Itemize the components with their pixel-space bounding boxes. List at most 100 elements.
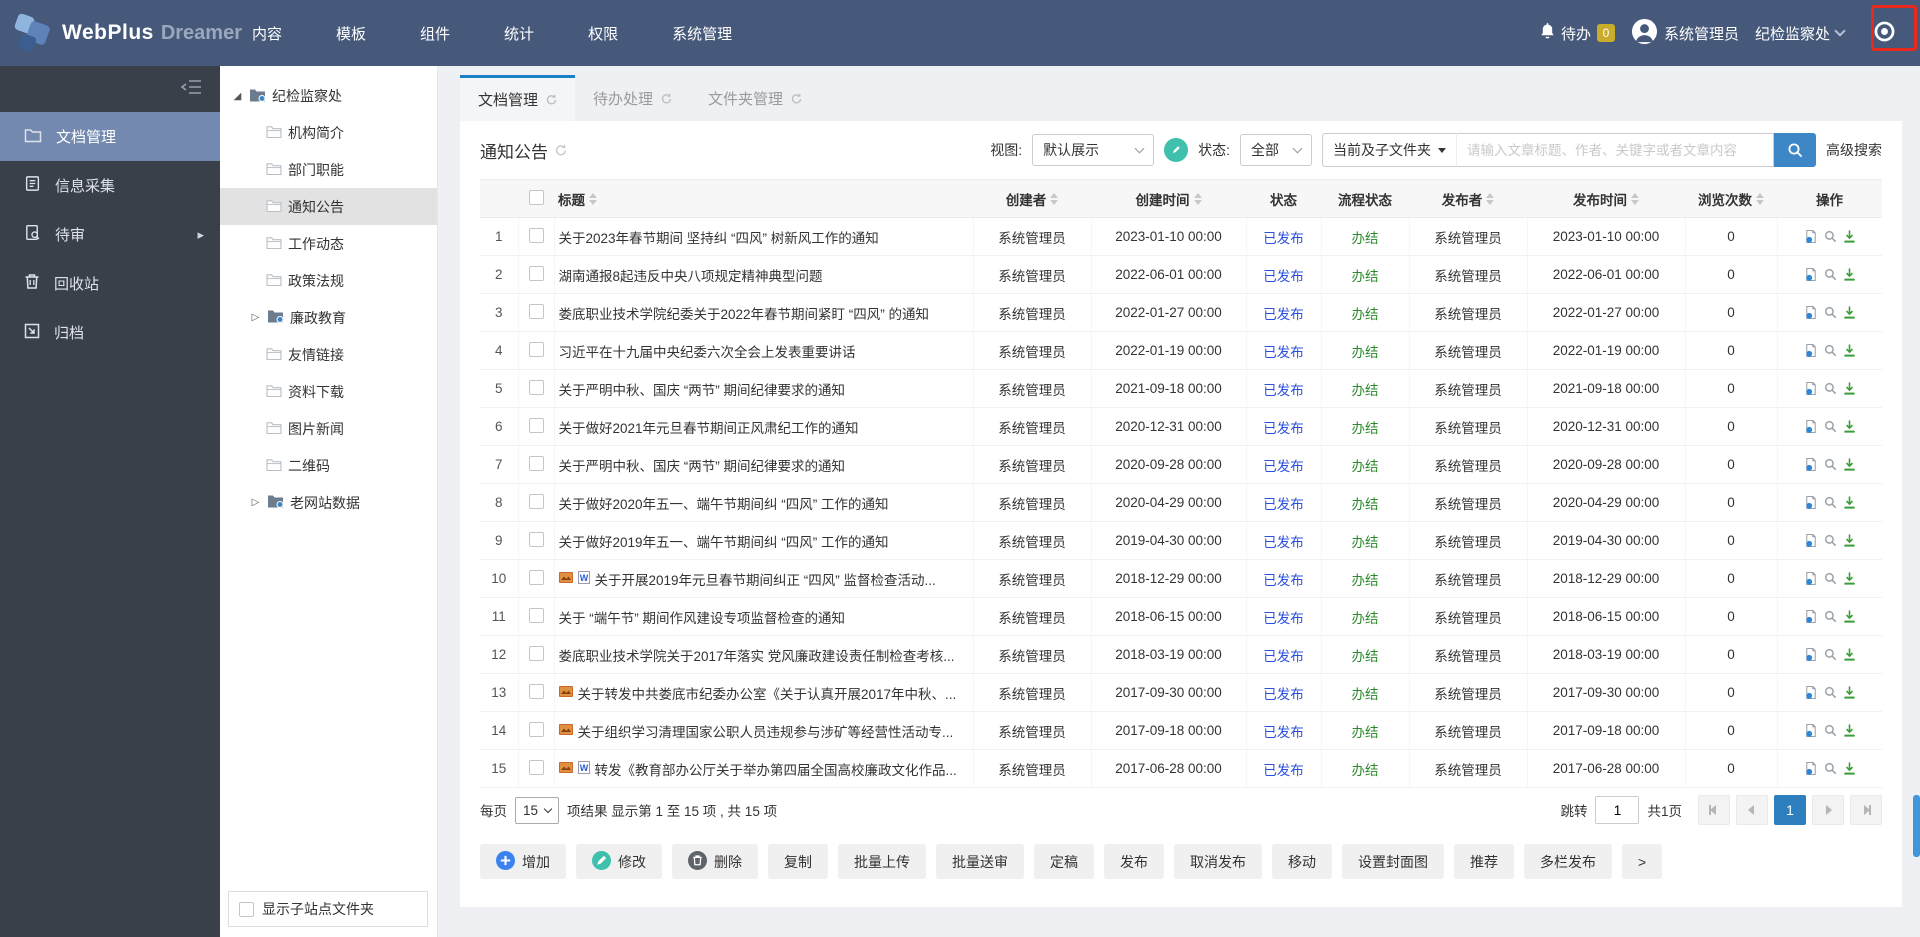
download-icon[interactable]: [1843, 572, 1856, 585]
magnifier-icon[interactable]: [1824, 420, 1837, 433]
row-checkbox[interactable]: [528, 759, 544, 775]
sort-icon[interactable]: [1050, 192, 1059, 205]
preview-doc-icon[interactable]: [1804, 723, 1818, 738]
toolbar-button-定稿[interactable]: 定稿: [1034, 844, 1094, 879]
row-checkbox[interactable]: [528, 531, 544, 547]
site-switcher[interactable]: 纪检监察处: [1755, 23, 1846, 44]
preview-doc-icon[interactable]: [1804, 761, 1818, 776]
advanced-search-link[interactable]: 高级搜索: [1826, 140, 1882, 160]
download-icon[interactable]: [1843, 306, 1856, 319]
sidebar-item-待审[interactable]: 待审 ▸: [0, 210, 220, 259]
row-checkbox[interactable]: [528, 417, 544, 433]
toolbar-button-修改[interactable]: 修改: [576, 844, 662, 879]
download-icon[interactable]: [1843, 724, 1856, 737]
preview-doc-icon[interactable]: [1804, 381, 1818, 396]
preview-site-button[interactable]: [1862, 11, 1906, 55]
tree-node-工作动态[interactable]: 工作动态: [220, 225, 437, 262]
preview-doc-icon[interactable]: [1804, 647, 1818, 662]
document-title-link[interactable]: 关于做好2021年元旦春节期间正风肃纪工作的通知: [559, 417, 859, 437]
magnifier-icon[interactable]: [1824, 306, 1837, 319]
download-icon[interactable]: [1843, 496, 1856, 509]
magnifier-icon[interactable]: [1824, 382, 1837, 395]
toolbar-button-发布[interactable]: 发布: [1104, 844, 1164, 879]
toolbar-button-复制[interactable]: 复制: [768, 844, 828, 879]
status-select[interactable]: 全部: [1240, 134, 1312, 166]
download-icon[interactable]: [1843, 534, 1856, 547]
preview-doc-icon[interactable]: [1804, 495, 1818, 510]
scrollbar-thumb[interactable]: [1913, 795, 1920, 857]
sidebar-item-归档[interactable]: 归档: [0, 308, 220, 357]
magnifier-icon[interactable]: [1824, 268, 1837, 281]
download-icon[interactable]: [1843, 344, 1856, 357]
document-title-link[interactable]: 关于转发中共娄底市纪委办公室《关于认真开展2017年中秋、...: [578, 683, 957, 703]
row-checkbox[interactable]: [528, 379, 544, 395]
document-title-link[interactable]: 关于做好2019年五一、端午节期间纠 “四风” 工作的通知: [559, 531, 889, 551]
download-icon[interactable]: [1843, 268, 1856, 281]
tree-node-友情链接[interactable]: 友情链接: [220, 336, 437, 373]
sort-icon[interactable]: [1193, 192, 1202, 205]
edit-view-button[interactable]: [1164, 138, 1189, 162]
toolbar-button-批量送审[interactable]: 批量送审: [936, 844, 1024, 879]
magnifier-icon[interactable]: [1824, 610, 1837, 623]
topbar-menu-item-模板[interactable]: 模板: [336, 23, 366, 44]
tree-node-廉政教育[interactable]: ▷ 廉政教育: [220, 299, 437, 336]
collapse-sidebar-icon[interactable]: [180, 79, 202, 100]
refresh-icon[interactable]: [791, 93, 802, 104]
sidebar-item-回收站[interactable]: 回收站: [0, 259, 220, 308]
todo-button[interactable]: 待办 0: [1540, 22, 1615, 44]
column-header-创建时间[interactable]: 创建时间: [1091, 179, 1246, 218]
download-icon[interactable]: [1843, 230, 1856, 243]
preview-doc-icon[interactable]: [1804, 229, 1818, 244]
document-title-link[interactable]: 关于严明中秋、国庆 “两节” 期间纪律要求的通知: [559, 455, 846, 475]
row-checkbox[interactable]: [528, 607, 544, 623]
document-title-link[interactable]: 娄底职业技术学院关于2017年落实 党风廉政建设责任制检查考核...: [559, 645, 955, 665]
download-icon[interactable]: [1843, 762, 1856, 775]
tab-文档管理[interactable]: 文档管理: [460, 75, 576, 121]
tree-node-图片新闻[interactable]: 图片新闻: [220, 410, 437, 447]
column-header-发布时间[interactable]: 发布时间: [1527, 179, 1685, 218]
preview-doc-icon[interactable]: [1804, 267, 1818, 282]
sort-icon[interactable]: [1756, 192, 1764, 205]
magnifier-icon[interactable]: [1824, 496, 1837, 509]
refresh-icon[interactable]: [546, 94, 557, 105]
row-checkbox[interactable]: [528, 569, 544, 585]
pager-prev-button[interactable]: [1736, 795, 1768, 825]
document-title-link[interactable]: 关于2023年春节期间 坚持纠 “四风” 树新风工作的通知: [559, 227, 879, 247]
tree-root-node[interactable]: ◢ 纪检监察处: [220, 78, 437, 114]
download-icon[interactable]: [1843, 420, 1856, 433]
subsite-checkbox[interactable]: [239, 901, 254, 917]
download-icon[interactable]: [1843, 686, 1856, 699]
column-header-发布者[interactable]: 发布者: [1409, 179, 1527, 218]
preview-doc-icon[interactable]: [1804, 343, 1818, 358]
tree-node-老网站数据[interactable]: ▷ 老网站数据: [220, 484, 437, 521]
pager-first-button[interactable]: [1698, 795, 1730, 825]
row-checkbox[interactable]: [528, 721, 544, 737]
pager-page-1-button[interactable]: 1: [1774, 795, 1806, 825]
pager-last-button[interactable]: [1850, 795, 1882, 825]
topbar-menu-item-统计[interactable]: 统计: [504, 23, 534, 44]
refresh-icon[interactable]: [555, 144, 567, 156]
sort-icon[interactable]: [1486, 192, 1495, 205]
magnifier-icon[interactable]: [1824, 724, 1837, 737]
topbar-menu-item-组件[interactable]: 组件: [420, 23, 450, 44]
sort-icon[interactable]: [1631, 192, 1639, 205]
row-checkbox[interactable]: [528, 303, 544, 319]
sidebar-item-文档管理[interactable]: 文档管理: [0, 112, 228, 161]
toolbar-button-推荐[interactable]: 推荐: [1454, 844, 1514, 879]
download-icon[interactable]: [1843, 648, 1856, 661]
row-checkbox[interactable]: [528, 645, 544, 661]
document-title-link[interactable]: 关于做好2020年五一、端午节期间纠 “四风” 工作的通知: [559, 493, 889, 513]
preview-doc-icon[interactable]: [1804, 685, 1818, 700]
preview-doc-icon[interactable]: [1804, 571, 1818, 586]
topbar-menu-item-内容[interactable]: 内容: [252, 23, 282, 44]
document-title-link[interactable]: 娄底职业技术学院纪委关于2022年春节期间紧盯 “四风” 的通知: [559, 303, 930, 323]
tree-node-资料下载[interactable]: 资料下载: [220, 373, 437, 410]
tree-expand-icon[interactable]: ◢: [232, 91, 243, 102]
tab-待办处理[interactable]: 待办处理: [575, 75, 690, 121]
column-header-标题[interactable]: 标题: [554, 179, 973, 218]
tree-node-通知公告[interactable]: 通知公告: [220, 188, 437, 225]
toolbar-button-批量上传[interactable]: 批量上传: [838, 844, 926, 879]
toolbar-button-多栏发布[interactable]: 多栏发布: [1524, 844, 1612, 879]
tree-expand-icon[interactable]: ▷: [250, 497, 261, 508]
toolbar-button-增加[interactable]: 增加: [480, 844, 566, 879]
